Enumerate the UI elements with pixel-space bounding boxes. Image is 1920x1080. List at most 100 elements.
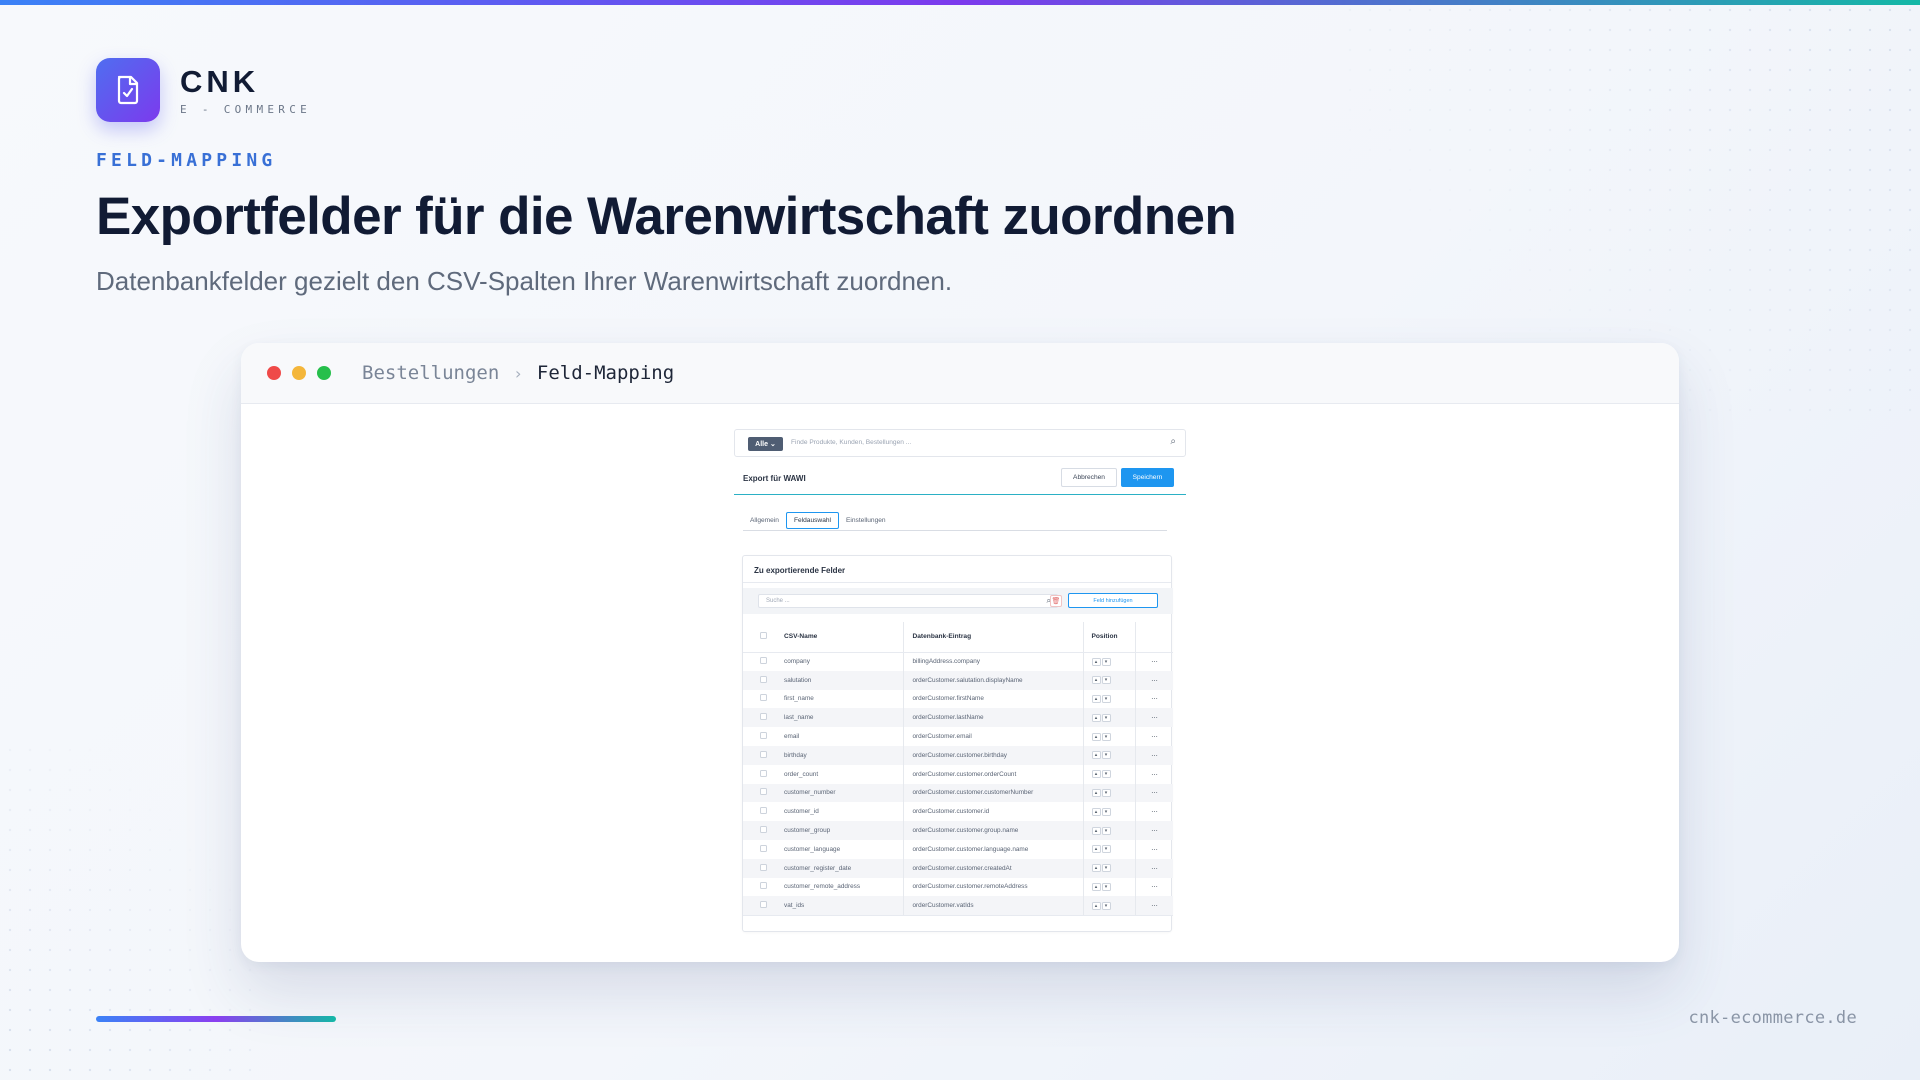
global-search-bar[interactable]: Alle ⌄ Finde Produkte, Kunden, Bestellun… <box>734 429 1186 457</box>
row-checkbox[interactable] <box>760 788 767 796</box>
table-row[interactable]: company billingAddress.company ▴ ▾ ··· <box>743 652 1173 671</box>
table-row[interactable]: order_count orderCustomer.customer.orderC… <box>743 764 1173 784</box>
tab-allgemein[interactable]: Allgemein <box>743 512 786 530</box>
cancel-button[interactable]: Abbrechen <box>1061 468 1117 487</box>
search-input[interactable]: Finde Produkte, Kunden, Bestellungen ... <box>791 439 911 446</box>
page-subtitle: Datenbankfelder gezielt den CSV-Spalten … <box>96 266 953 296</box>
column-header-position: Position <box>1083 622 1136 653</box>
more-actions-icon[interactable]: ··· <box>1151 770 1158 779</box>
column-header-db[interactable]: Datenbank-Eintrag <box>903 622 1084 653</box>
more-actions-icon[interactable]: ··· <box>1151 694 1158 703</box>
move-down-icon[interactable]: ▾ <box>1101 864 1111 873</box>
move-down-icon[interactable]: ▾ <box>1101 676 1111 685</box>
move-up-icon[interactable]: ▴ <box>1091 788 1101 797</box>
fields-toolbar: Suche ... ⌕ 🗑 Feld hinzufügen <box>743 588 1173 614</box>
move-down-icon[interactable]: ▾ <box>1101 751 1111 760</box>
row-checkbox[interactable] <box>760 657 767 665</box>
move-up-icon[interactable]: ▴ <box>1091 770 1101 779</box>
table-row[interactable]: customer_remote_address orderCustomer.cus… <box>743 877 1173 897</box>
delete-icon[interactable]: 🗑 <box>1050 595 1062 607</box>
tab-einstellungen[interactable]: Einstellungen <box>839 512 893 530</box>
move-down-icon[interactable]: ▾ <box>1101 713 1111 722</box>
breadcrumb-parent[interactable]: Bestellungen <box>362 362 499 384</box>
row-checkbox[interactable] <box>760 807 767 815</box>
column-header-csv[interactable]: CSV-Name <box>783 622 904 653</box>
brand-name: CNK <box>180 63 260 99</box>
more-actions-icon[interactable]: ··· <box>1151 882 1158 891</box>
row-checkbox[interactable] <box>760 732 767 740</box>
move-down-icon[interactable]: ▾ <box>1101 807 1111 816</box>
move-up-icon[interactable]: ▴ <box>1091 845 1101 854</box>
table-row[interactable]: vat_ids orderCustomer.vatIds ▴ ▾ ··· <box>743 896 1173 916</box>
move-down-icon[interactable]: ▾ <box>1101 882 1111 891</box>
search-scope-dropdown[interactable]: Alle ⌄ <box>748 437 783 451</box>
move-up-icon[interactable]: ▴ <box>1091 826 1101 835</box>
table-row[interactable]: customer_language orderCustomer.customer.… <box>743 839 1173 859</box>
table-row[interactable]: first_name orderCustomer.firstName ▴ ▾ ··· <box>743 689 1173 709</box>
move-up-icon[interactable]: ▴ <box>1091 882 1101 891</box>
bottom-accent-line <box>96 1016 336 1022</box>
move-up-icon[interactable]: ▴ <box>1091 713 1101 722</box>
db-entry-cell: orderCustomer.customer.orderCount <box>903 764 1084 784</box>
more-actions-icon[interactable]: ··· <box>1151 732 1158 741</box>
page-title: Exportfelder für die Warenwirtschaft zuo… <box>96 187 1237 246</box>
more-actions-icon[interactable]: ··· <box>1151 657 1158 666</box>
move-up-icon[interactable]: ▴ <box>1091 732 1101 741</box>
move-up-icon[interactable]: ▴ <box>1091 864 1101 873</box>
row-checkbox[interactable] <box>760 675 767 683</box>
fields-search-input[interactable]: Suche ... ⌕ <box>758 594 1058 608</box>
csv-name-cell: first_name <box>783 689 904 709</box>
table-row[interactable]: last_name orderCustomer.lastName ▴ ▾ ··· <box>743 708 1173 728</box>
more-actions-icon[interactable]: ··· <box>1151 751 1158 760</box>
table-row[interactable]: birthday orderCustomer.customer.birthday ▴… <box>743 745 1173 765</box>
move-down-icon[interactable]: ▾ <box>1101 657 1111 666</box>
tab-feldauswahl[interactable]: Feldauswahl <box>785 512 839 529</box>
table-row[interactable]: customer_number orderCustomer.customer.cu… <box>743 783 1173 803</box>
more-actions-icon[interactable]: ··· <box>1151 676 1158 685</box>
select-all-checkbox[interactable] <box>760 632 767 640</box>
csv-name-cell: customer_number <box>783 783 904 803</box>
row-checkbox[interactable] <box>760 901 767 909</box>
table-row[interactable]: salutation orderCustomer.salutation.displ… <box>743 670 1173 690</box>
move-up-icon[interactable]: ▴ <box>1091 676 1101 685</box>
table-row[interactable]: email orderCustomer.email ▴ ▾ ··· <box>743 727 1173 746</box>
move-up-icon[interactable]: ▴ <box>1091 751 1101 760</box>
move-down-icon[interactable]: ▾ <box>1101 845 1111 854</box>
move-up-icon[interactable]: ▴ <box>1091 657 1101 666</box>
move-down-icon[interactable]: ▾ <box>1101 694 1111 703</box>
row-checkbox[interactable] <box>760 826 767 834</box>
db-entry-cell: orderCustomer.customer.language.name <box>903 839 1084 859</box>
move-down-icon[interactable]: ▾ <box>1101 788 1111 797</box>
more-actions-icon[interactable]: ··· <box>1151 788 1158 797</box>
csv-name-cell: customer_remote_address <box>783 877 904 897</box>
more-actions-icon[interactable]: ··· <box>1151 713 1158 722</box>
csv-name-cell: salutation <box>783 670 904 690</box>
more-actions-icon[interactable]: ··· <box>1151 864 1158 873</box>
table-row[interactable]: customer_register_date orderCustomer.cust… <box>743 858 1173 878</box>
move-down-icon[interactable]: ▾ <box>1101 770 1111 779</box>
more-actions-icon[interactable]: ··· <box>1151 845 1158 854</box>
more-actions-icon[interactable]: ··· <box>1151 807 1158 816</box>
row-checkbox[interactable] <box>760 844 767 852</box>
table-row[interactable]: customer_group orderCustomer.customer.gro… <box>743 821 1173 840</box>
move-up-icon[interactable]: ▴ <box>1091 901 1101 910</box>
website-url[interactable]: cnk-ecommerce.de <box>1688 1008 1857 1028</box>
row-checkbox[interactable] <box>760 713 767 721</box>
row-checkbox[interactable] <box>760 863 767 871</box>
move-up-icon[interactable]: ▴ <box>1091 807 1101 816</box>
row-checkbox[interactable] <box>760 750 767 758</box>
move-down-icon[interactable]: ▾ <box>1101 901 1111 910</box>
move-down-icon[interactable]: ▾ <box>1101 732 1111 741</box>
table-row[interactable]: customer_id orderCustomer.customer.id ▴ ▾ ··… <box>743 802 1173 822</box>
row-checkbox[interactable] <box>760 694 767 702</box>
move-up-icon[interactable]: ▴ <box>1091 694 1101 703</box>
row-checkbox[interactable] <box>760 769 767 777</box>
csv-name-cell: vat_ids <box>783 896 904 916</box>
db-entry-cell: orderCustomer.customer.createdAt <box>903 858 1084 878</box>
more-actions-icon[interactable]: ··· <box>1151 901 1158 910</box>
add-field-button[interactable]: Feld hinzufügen <box>1068 593 1158 608</box>
row-checkbox[interactable] <box>760 882 767 890</box>
move-down-icon[interactable]: ▾ <box>1101 826 1111 835</box>
more-actions-icon[interactable]: ··· <box>1151 826 1158 835</box>
save-button[interactable]: Speichern <box>1121 468 1174 487</box>
